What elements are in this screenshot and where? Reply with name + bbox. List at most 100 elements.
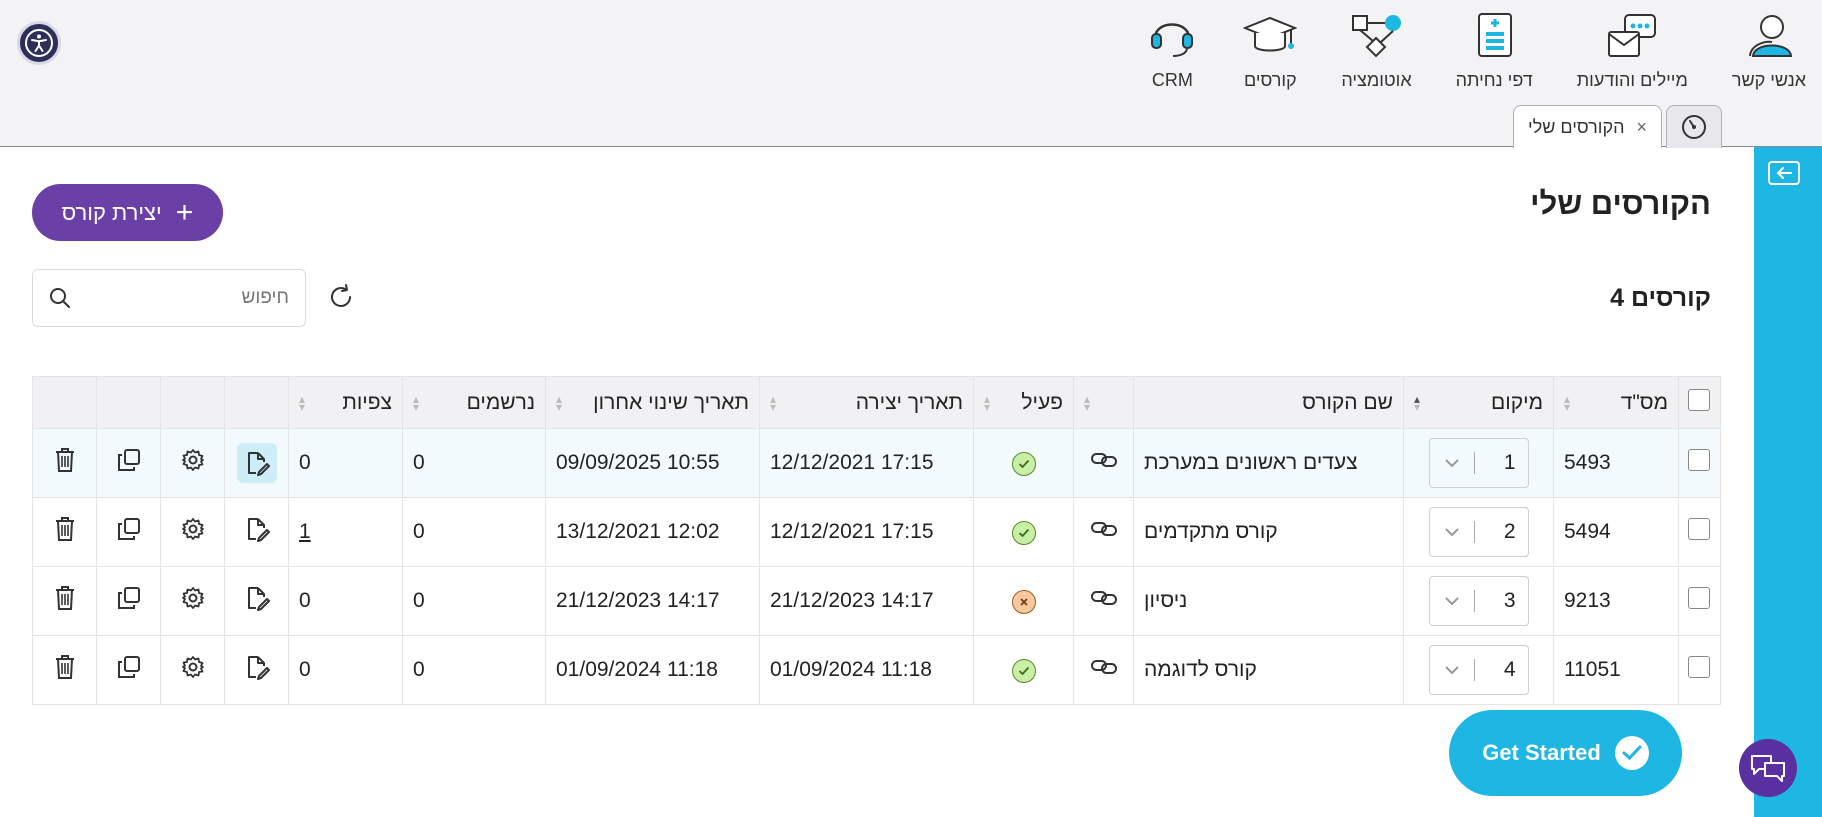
header-id[interactable]: מס"ד ▴ ▾ bbox=[1553, 376, 1679, 429]
headset-icon bbox=[1151, 23, 1194, 57]
get-started-button[interactable]: Get Started bbox=[1449, 710, 1682, 796]
top-navigation: אנשי קשר מיילים והודעות דפי נחיתה אוטומצ… bbox=[0, 0, 1822, 148]
cell-created: 17:15 12/12/2021 bbox=[759, 428, 974, 498]
cell-delete bbox=[32, 428, 97, 498]
edit-button[interactable] bbox=[244, 518, 270, 547]
table-row: 5494 2 קורס מתקדמים 17:15 12/12/2021 12:… bbox=[32, 497, 1721, 567]
duplicate-icon[interactable] bbox=[117, 517, 141, 541]
header-views[interactable]: צפיות ▴ ▾ bbox=[288, 376, 403, 429]
cell-modified: 10:55 09/09/2025 bbox=[545, 428, 760, 498]
sort-icon: ▴ ▾ bbox=[556, 391, 563, 414]
duplicate-icon[interactable] bbox=[117, 655, 141, 679]
nav-item-crm[interactable]: CRM bbox=[1145, 12, 1199, 91]
edit-button[interactable] bbox=[244, 587, 270, 616]
main-nav: אנשי קשר מיילים והודעות דפי נחיתה אוטומצ… bbox=[1145, 12, 1806, 91]
header-settings bbox=[160, 376, 225, 429]
gear-icon[interactable] bbox=[181, 655, 205, 679]
cell-position: 2 bbox=[1403, 497, 1554, 567]
duplicate-icon[interactable] bbox=[117, 586, 141, 610]
select-all-checkbox[interactable] bbox=[1688, 388, 1710, 411]
close-icon[interactable]: × bbox=[1636, 117, 1647, 138]
cell-active bbox=[973, 566, 1074, 636]
cell-modified: 11:18 01/09/2024 bbox=[545, 635, 760, 705]
link-icon[interactable] bbox=[1090, 589, 1118, 607]
cell-delete bbox=[32, 566, 97, 636]
create-course-label: יצירת קורס bbox=[61, 199, 162, 225]
header-name[interactable]: שם הקורס bbox=[1133, 376, 1404, 429]
trash-icon[interactable] bbox=[54, 447, 76, 473]
header-created[interactable]: תאריך יצירה ▴ ▾ bbox=[759, 376, 974, 429]
cell-views: 0 bbox=[288, 428, 403, 498]
link-icon[interactable] bbox=[1090, 520, 1118, 538]
header-registered[interactable]: נרשמים ▴ ▾ bbox=[402, 376, 546, 429]
trash-icon[interactable] bbox=[54, 585, 76, 611]
gear-icon[interactable] bbox=[181, 586, 205, 610]
nav-item-messages[interactable]: מיילים והודעות bbox=[1577, 12, 1688, 91]
create-course-button[interactable]: + יצירת קורס bbox=[32, 184, 223, 241]
messages-icon bbox=[1608, 14, 1657, 57]
tab-label: הקורסים שלי bbox=[1528, 116, 1625, 137]
row-select-cell bbox=[1678, 428, 1721, 498]
position-select[interactable]: 2 bbox=[1428, 507, 1529, 557]
gear-icon[interactable] bbox=[181, 448, 205, 472]
position-select[interactable]: 3 bbox=[1428, 576, 1529, 626]
accessibility-button[interactable] bbox=[17, 21, 61, 65]
search-input[interactable] bbox=[109, 287, 289, 309]
dashboard-icon bbox=[1682, 115, 1706, 139]
header-active[interactable]: פעיל ▴ ▾ bbox=[973, 376, 1074, 429]
trash-icon[interactable] bbox=[54, 516, 76, 542]
cell-active bbox=[973, 635, 1074, 705]
cell-active bbox=[973, 497, 1074, 567]
cell-registered: 0 bbox=[402, 566, 546, 636]
cell-link bbox=[1073, 635, 1134, 705]
gear-icon[interactable] bbox=[181, 517, 205, 541]
cell-views: 0 bbox=[288, 566, 403, 636]
chat-button[interactable] bbox=[1739, 739, 1797, 797]
position-select[interactable]: 1 bbox=[1428, 438, 1529, 488]
position-select[interactable]: 4 bbox=[1428, 645, 1529, 695]
chevron-down-icon bbox=[1444, 666, 1459, 675]
refresh-icon[interactable] bbox=[327, 283, 355, 311]
cell-settings bbox=[160, 428, 225, 498]
cell-settings bbox=[160, 635, 225, 705]
tab-my-courses[interactable]: הקורסים שלי × bbox=[1513, 105, 1662, 148]
edit-button[interactable] bbox=[236, 443, 277, 483]
right-sidebar bbox=[1754, 147, 1822, 817]
active-check-icon[interactable] bbox=[1011, 658, 1036, 683]
link-icon[interactable] bbox=[1090, 451, 1118, 469]
nav-item-contacts[interactable]: אנשי קשר bbox=[1732, 12, 1806, 91]
nav-item-courses[interactable]: קורסים bbox=[1243, 12, 1298, 91]
inactive-x-icon[interactable] bbox=[1011, 589, 1036, 614]
row-checkbox[interactable] bbox=[1688, 656, 1710, 678]
header-modified[interactable]: תאריך שינוי אחרון ▴ ▾ bbox=[545, 376, 760, 429]
row-checkbox[interactable] bbox=[1688, 449, 1710, 471]
contacts-icon bbox=[1748, 15, 1792, 57]
trash-icon[interactable] bbox=[54, 654, 76, 680]
cell-delete bbox=[32, 497, 97, 567]
cell-id: 11051 bbox=[1553, 635, 1679, 705]
header-position[interactable]: מיקום ▴ ▾ bbox=[1403, 376, 1554, 429]
nav-item-automation[interactable]: אוטומציה bbox=[1341, 12, 1412, 91]
cell-duplicate bbox=[96, 428, 161, 498]
tab-dashboard[interactable] bbox=[1666, 105, 1722, 148]
duplicate-icon[interactable] bbox=[117, 448, 141, 472]
header-name-sort[interactable]: ▴ ▾ bbox=[1073, 376, 1134, 429]
row-checkbox[interactable] bbox=[1688, 587, 1710, 609]
active-check-icon[interactable] bbox=[1011, 520, 1036, 545]
row-checkbox[interactable] bbox=[1688, 518, 1710, 540]
select-all-cell bbox=[1678, 376, 1721, 429]
cell-id: 5493 bbox=[1553, 428, 1679, 498]
nav-item-landing-pages[interactable]: דפי נחיתה bbox=[1456, 12, 1533, 91]
cell-edit bbox=[224, 428, 289, 498]
cell-duplicate bbox=[96, 497, 161, 567]
sort-icon: ▴ ▾ bbox=[984, 391, 991, 414]
nav-label-contacts: אנשי קשר bbox=[1731, 70, 1806, 90]
edit-button[interactable] bbox=[244, 656, 270, 685]
position-value: 4 bbox=[1503, 658, 1516, 681]
sidebar-toggle-button[interactable] bbox=[1768, 161, 1800, 185]
search-icon[interactable] bbox=[49, 287, 71, 309]
active-check-icon[interactable] bbox=[1011, 451, 1036, 476]
sort-icon: ▴ ▾ bbox=[1414, 391, 1421, 414]
header-edit bbox=[224, 376, 289, 429]
link-icon[interactable] bbox=[1090, 658, 1118, 676]
